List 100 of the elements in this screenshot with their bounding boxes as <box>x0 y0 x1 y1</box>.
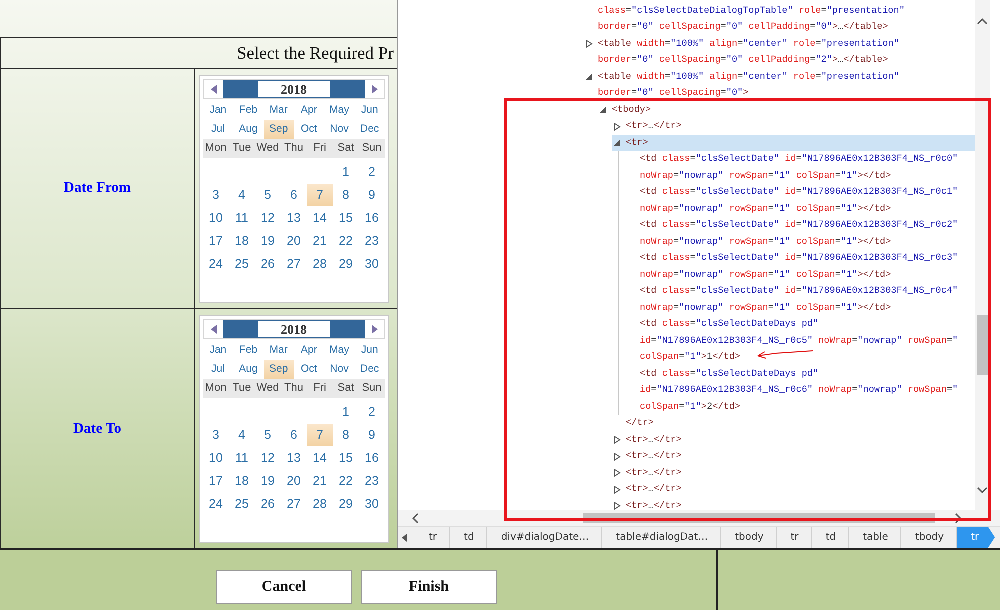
month-option[interactable]: Dec <box>354 120 385 139</box>
day-option[interactable]: 21 <box>307 470 333 492</box>
day-option[interactable]: 18 <box>229 230 255 252</box>
day-option[interactable]: 19 <box>255 470 281 492</box>
code-line[interactable]: colSpan="1">2</td> <box>626 398 745 415</box>
month-option[interactable]: Feb <box>233 101 264 120</box>
day-option[interactable]: 28 <box>307 493 333 515</box>
breadcrumb-item[interactable]: table#dialogDat… <box>602 527 722 548</box>
code-line[interactable]: <td class="clsSelectDate" id="N17896AE0x12B303F4_NS_r0c3" <box>626 250 962 266</box>
scroll-up-icon[interactable] <box>977 18 988 25</box>
dialog-button[interactable]: Cancel <box>216 570 352 604</box>
month-option[interactable]: Jul <box>203 360 234 379</box>
month-option[interactable]: Feb <box>233 341 264 360</box>
month-option[interactable]: Nov <box>324 120 355 139</box>
day-option[interactable]: 25 <box>229 493 255 515</box>
day-option[interactable]: 14 <box>307 207 333 229</box>
day-option[interactable]: 1 <box>333 161 359 183</box>
expanded-triangle-icon[interactable] <box>599 106 607 114</box>
month-option[interactable]: Nov <box>324 360 355 379</box>
breadcrumb-item[interactable]: tr <box>776 527 812 548</box>
day-option[interactable]: 6 <box>281 424 307 446</box>
scroll-left-icon[interactable] <box>412 512 419 524</box>
collapsed-triangle-icon[interactable] <box>613 436 621 444</box>
day-option[interactable]: 26 <box>255 493 281 515</box>
day-option[interactable]: 12 <box>255 447 281 469</box>
day-option[interactable]: 20 <box>281 230 307 252</box>
collapsed-triangle-icon[interactable] <box>613 122 621 130</box>
code-line[interactable]: <tr>…</tr> <box>612 448 686 464</box>
code-line[interactable]: noWrap="nowrap" rowSpan="1" colSpan="1"></td> <box>626 168 896 184</box>
day-option[interactable]: 4 <box>229 184 255 206</box>
month-option[interactable]: Jul <box>203 120 234 139</box>
day-option[interactable]: 30 <box>359 253 385 275</box>
month-option[interactable]: Aug <box>233 120 264 139</box>
code-line[interactable]: noWrap="nowrap" rowSpan="1" colSpan="1"></td> <box>626 200 896 217</box>
month-option[interactable]: Sep <box>264 360 294 379</box>
collapsed-triangle-icon[interactable] <box>613 502 621 510</box>
day-option[interactable]: 16 <box>359 207 385 229</box>
day-option[interactable]: 13 <box>281 207 307 229</box>
breadcrumb-item[interactable]: table <box>849 527 902 548</box>
expanded-triangle-icon[interactable] <box>613 139 621 147</box>
expanded-triangle-icon[interactable] <box>585 73 593 81</box>
month-option[interactable]: Dec <box>354 360 385 379</box>
code-line[interactable]: <td class="clsSelectDateDays pd" <box>626 316 823 332</box>
code-line[interactable]: <td class="clsSelectDate" id="N17896AE0x12B303F4_NS_r0c2" <box>626 217 962 234</box>
day-option[interactable]: 11 <box>229 447 255 469</box>
breadcrumb-item[interactable]: td <box>812 527 850 548</box>
code-line[interactable]: <table width="100%" align="center" role="presentation" <box>584 68 904 85</box>
day-option[interactable]: 30 <box>359 493 385 515</box>
code-line[interactable]: noWrap="nowrap" rowSpan="1" colSpan="1"></td> <box>626 266 896 283</box>
day-option[interactable]: 20 <box>281 470 307 492</box>
day-option[interactable]: 10 <box>203 447 229 469</box>
day-option[interactable]: 5 <box>255 424 281 446</box>
month-option[interactable]: Jan <box>203 101 234 120</box>
day-option[interactable]: 27 <box>281 253 307 275</box>
code-line[interactable]: noWrap="nowrap" rowSpan="1" colSpan="1"></td> <box>626 300 896 316</box>
breadcrumb-item[interactable]: td <box>450 527 488 548</box>
month-option[interactable]: Jun <box>354 101 385 120</box>
day-option[interactable]: 17 <box>203 230 229 252</box>
code-line[interactable]: <tr>…</tr> <box>612 118 686 134</box>
day-option[interactable]: 27 <box>281 493 307 515</box>
day-option[interactable]: 12 <box>255 207 281 229</box>
day-option[interactable]: 8 <box>333 184 359 206</box>
day-option[interactable]: 29 <box>333 253 359 275</box>
code-line[interactable]: colSpan="1">1</td> <box>626 349 745 366</box>
day-option[interactable]: 2 <box>359 401 385 423</box>
collapsed-triangle-icon[interactable] <box>613 452 621 460</box>
code-line[interactable]: <td class="clsSelectDateDays pd" <box>626 366 823 382</box>
code-line[interactable]: <tbody> <box>598 102 656 118</box>
day-option[interactable]: 18 <box>229 470 255 492</box>
day-option[interactable]: 3 <box>203 184 229 206</box>
day-option[interactable]: 15 <box>333 207 359 229</box>
day-option[interactable]: 9 <box>359 184 385 206</box>
day-option[interactable]: 28 <box>307 253 333 275</box>
month-option[interactable]: Jun <box>354 341 385 360</box>
day-option[interactable]: 11 <box>229 207 255 229</box>
month-option[interactable]: Mar <box>264 341 294 360</box>
collapsed-triangle-icon[interactable] <box>585 40 593 48</box>
code-line[interactable]: <td class="clsSelectDate" id="N17896AE0x12B303F4_NS_r0c0" <box>626 151 962 168</box>
day-option[interactable]: 14 <box>307 447 333 469</box>
scrollbar-thumb[interactable] <box>977 315 988 375</box>
day-option[interactable]: 26 <box>255 253 281 275</box>
code-line[interactable]: <td class="clsSelectDate" id="N17896AE0x12B303F4_NS_r0c4" <box>626 283 962 300</box>
code-line[interactable]: </tr> <box>612 415 658 432</box>
code-line[interactable]: class="clsSelectDateDialogTopTable" role="presentation" <box>584 2 909 19</box>
breadcrumb-item[interactable]: div#dialogDate… <box>487 527 602 548</box>
day-option[interactable]: 22 <box>333 470 359 492</box>
month-option[interactable]: Apr <box>294 341 324 360</box>
day-option[interactable]: 24 <box>203 253 229 275</box>
code-line[interactable]: border="0" cellSpacing="0"> <box>584 85 753 102</box>
month-option[interactable]: Apr <box>294 101 324 120</box>
day-option[interactable]: 2 <box>359 161 385 183</box>
day-option[interactable]: 4 <box>229 424 255 446</box>
day-option[interactable]: 16 <box>359 447 385 469</box>
day-option[interactable]: 17 <box>203 470 229 492</box>
day-option[interactable]: 3 <box>203 424 229 446</box>
collapsed-triangle-icon[interactable] <box>613 469 621 477</box>
day-option[interactable]: 7 <box>307 184 333 206</box>
day-option[interactable]: 8 <box>333 424 359 446</box>
day-option[interactable]: 13 <box>281 447 307 469</box>
day-option[interactable]: 24 <box>203 493 229 515</box>
